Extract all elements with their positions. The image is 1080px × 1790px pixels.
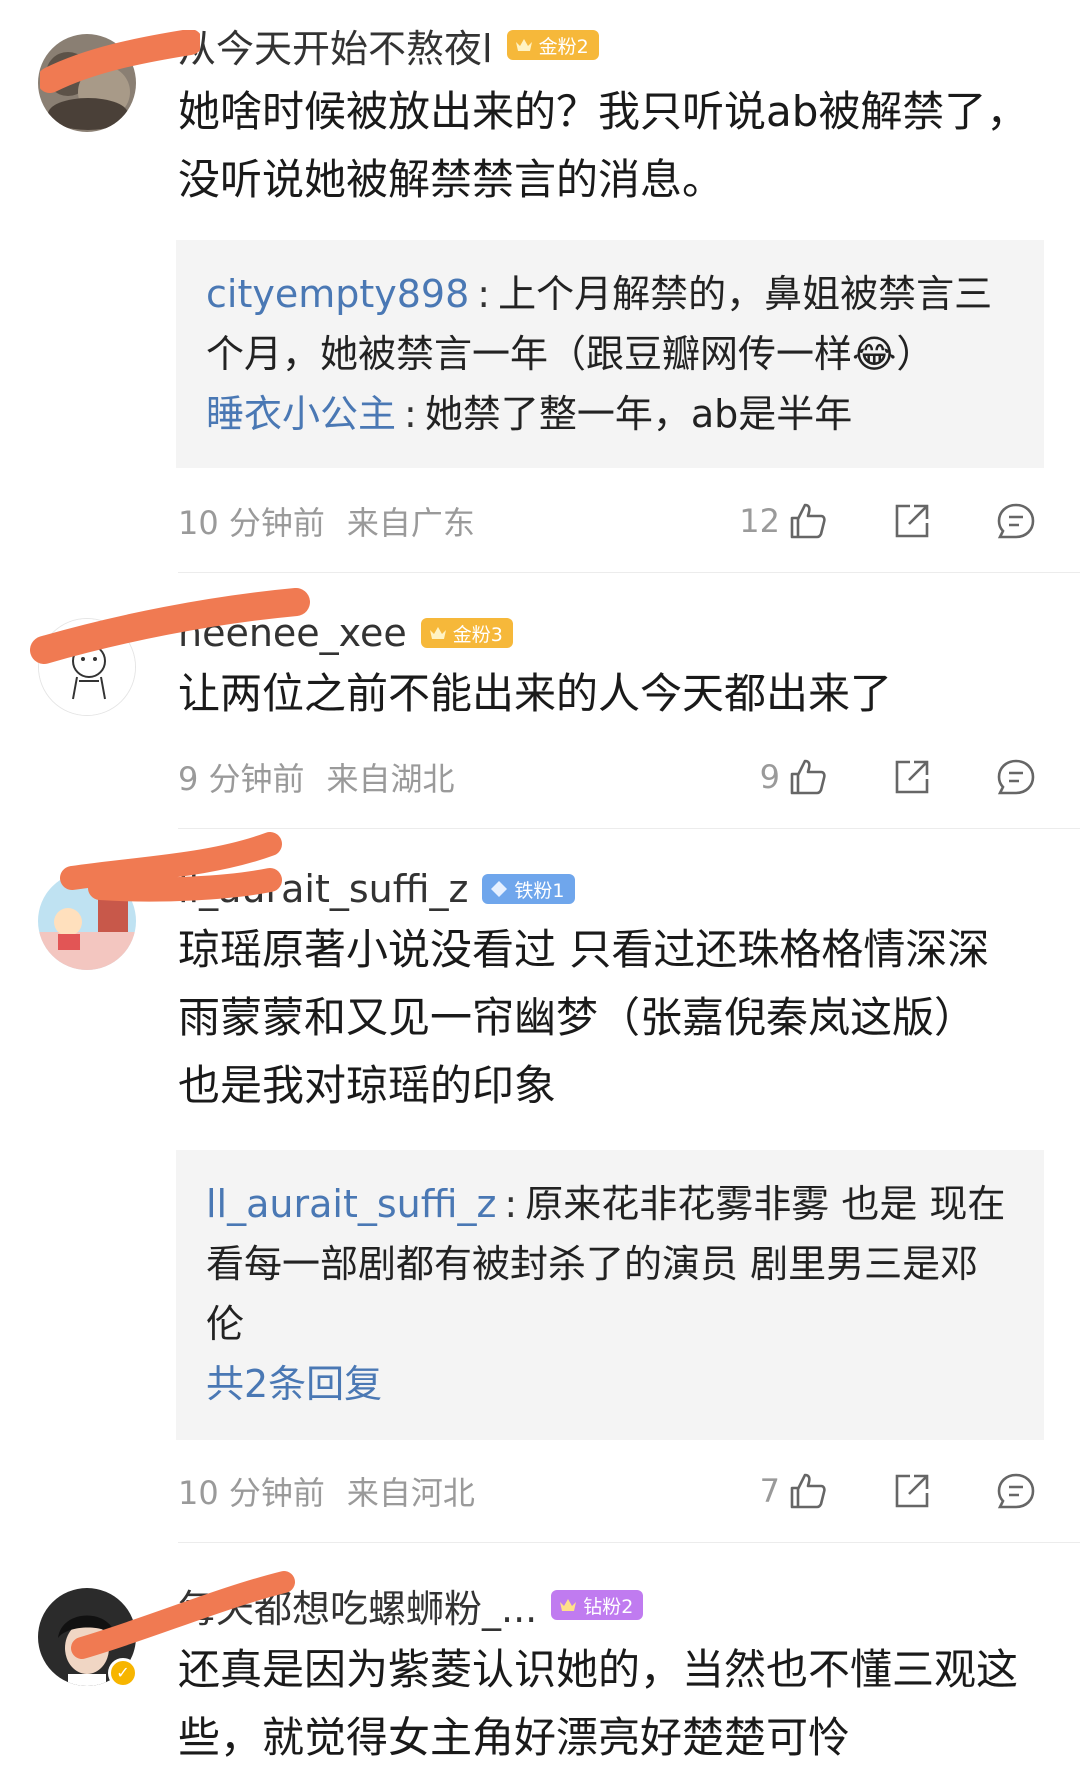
share-icon[interactable] [890,755,934,799]
comment-text: 让两位之前不能出来的人今天都出来了 [178,669,893,718]
diamond-icon [491,881,508,897]
reply-box[interactable]: ll_aurait_suffi_z: 原来花非花雾非雾 也是 现在看每一部剧都有被… [176,1150,1044,1440]
username-row: ll_aurait_suffi_z 铁粉1 [178,864,575,914]
comment-location: 来自湖北 [326,760,455,798]
username[interactable]: neenee_xee [178,611,407,655]
username-row: 每天都想吃螺蛳粉_... 钻粉2 [178,1578,644,1633]
thumbs-up-icon [790,1473,826,1509]
fan-badge: 金粉3 [420,618,513,648]
comment-time: 9 分钟前 [178,760,305,798]
thumbs-up-icon [790,759,826,795]
fan-badge: 金粉2 [506,30,599,60]
reply-username[interactable]: cityempty898 [206,272,469,316]
avatar[interactable] [38,618,136,716]
badge-label: 铁粉1 [514,879,565,902]
fan-badge: 铁粉1 [482,874,575,904]
crown-icon [429,627,446,639]
share-icon[interactable] [890,1469,934,1513]
like-count: 9 [759,758,780,796]
like-count: 12 [739,502,780,540]
reply-item[interactable]: cityempty898: 上个月解禁的，鼻姐被禁言三个月，她被禁言一年（跟豆瓣网… [206,264,1014,384]
like-count: 7 [759,1472,780,1510]
badge-label: 钻粉2 [583,1595,634,1618]
comment-time: 10 分钟前 [178,1474,325,1512]
username-row: 从今天开始不熬夜l 金粉2 [178,18,599,73]
comment-text: 还真是因为紫菱认识她的，当然也不懂三观这些，就觉得女主角好漂亮好楚楚可怜 [178,1645,1019,1762]
divider [178,828,1080,829]
comment-actions: 7 [760,1466,1038,1516]
username-row: neenee_xee 金粉3 [178,608,513,658]
comment-footer: 9 分钟前 来自湖北 9 [178,752,1038,802]
username[interactable]: 每天都想吃螺蛳粉_... [178,1578,537,1633]
avatar[interactable] [38,34,136,132]
reply-username[interactable]: 睡衣小公主 [206,392,396,436]
reply-item[interactable]: 睡衣小公主: 她禁了整一年，ab是半年 [206,384,1014,444]
fan-badge: 钻粉2 [551,1590,644,1620]
comment-meta: 10 分钟前 来自广东 [178,498,475,544]
avatar[interactable] [38,872,136,970]
comment-location: 来自河北 [346,1474,475,1512]
comment-meta: 9 分钟前 来自湖北 [178,754,455,800]
crown-icon [515,39,532,51]
comment-icon[interactable] [994,1469,1038,1513]
reply-box[interactable]: cityempty898: 上个月解禁的，鼻姐被禁言三个月，她被禁言一年（跟豆瓣网… [176,240,1044,468]
reply-username[interactable]: ll_aurait_suffi_z [206,1182,496,1226]
username[interactable]: 从今天开始不熬夜l [178,18,493,73]
comment-time: 10 分钟前 [178,504,325,542]
divider [178,1542,1080,1543]
comment-location: 来自广东 [346,504,475,542]
comment-icon[interactable] [994,499,1038,543]
divider [178,572,1080,573]
badge-label: 金粉3 [452,623,503,646]
reply-text: 她禁了整一年，ab是半年 [424,392,853,436]
comment-icon[interactable] [994,755,1038,799]
crown-icon [560,1599,577,1611]
share-icon[interactable] [890,499,934,543]
comment-actions: 9 [760,752,1038,802]
like-button[interactable]: 12 [739,499,830,543]
comment-footer: 10 分钟前 来自河北 7 [178,1466,1038,1516]
comment-text-line: 也是我对琼瑶的印象 [178,1061,557,1110]
reply-item[interactable]: ll_aurait_suffi_z: 原来花非花雾非雾 也是 现在看每一部剧都有被… [206,1174,1014,1354]
comment-actions: 12 [739,496,1038,546]
username[interactable]: ll_aurait_suffi_z [178,867,468,911]
like-button[interactable]: 9 [760,755,830,799]
comment-text-line: 雨蒙蒙和又见一帘幽梦（张嘉倪秦岚这版） [178,993,977,1042]
comment-meta: 10 分钟前 来自河北 [178,1468,475,1514]
comment-text: 她啥时候被放出来的？我只听说ab被解禁了，没听说她被解禁禁言的消息。 [178,87,1029,204]
comment-text: 琼瑶原著小说没看过 只看过还珠格格情深深 雨蒙蒙和又见一帘幽梦（张嘉倪秦岚这版）… [178,916,1038,1120]
like-button[interactable]: 7 [760,1469,830,1513]
comment-text-line: 琼瑶原著小说没看过 只看过还珠格格情深深 [178,925,990,974]
verified-icon: ✓ [108,1658,138,1688]
thumbs-up-icon [790,503,826,539]
badge-label: 金粉2 [538,35,589,58]
comment-footer: 10 分钟前 来自广东 12 [178,496,1038,546]
more-replies-link[interactable]: 共2条回复 [206,1354,1014,1414]
